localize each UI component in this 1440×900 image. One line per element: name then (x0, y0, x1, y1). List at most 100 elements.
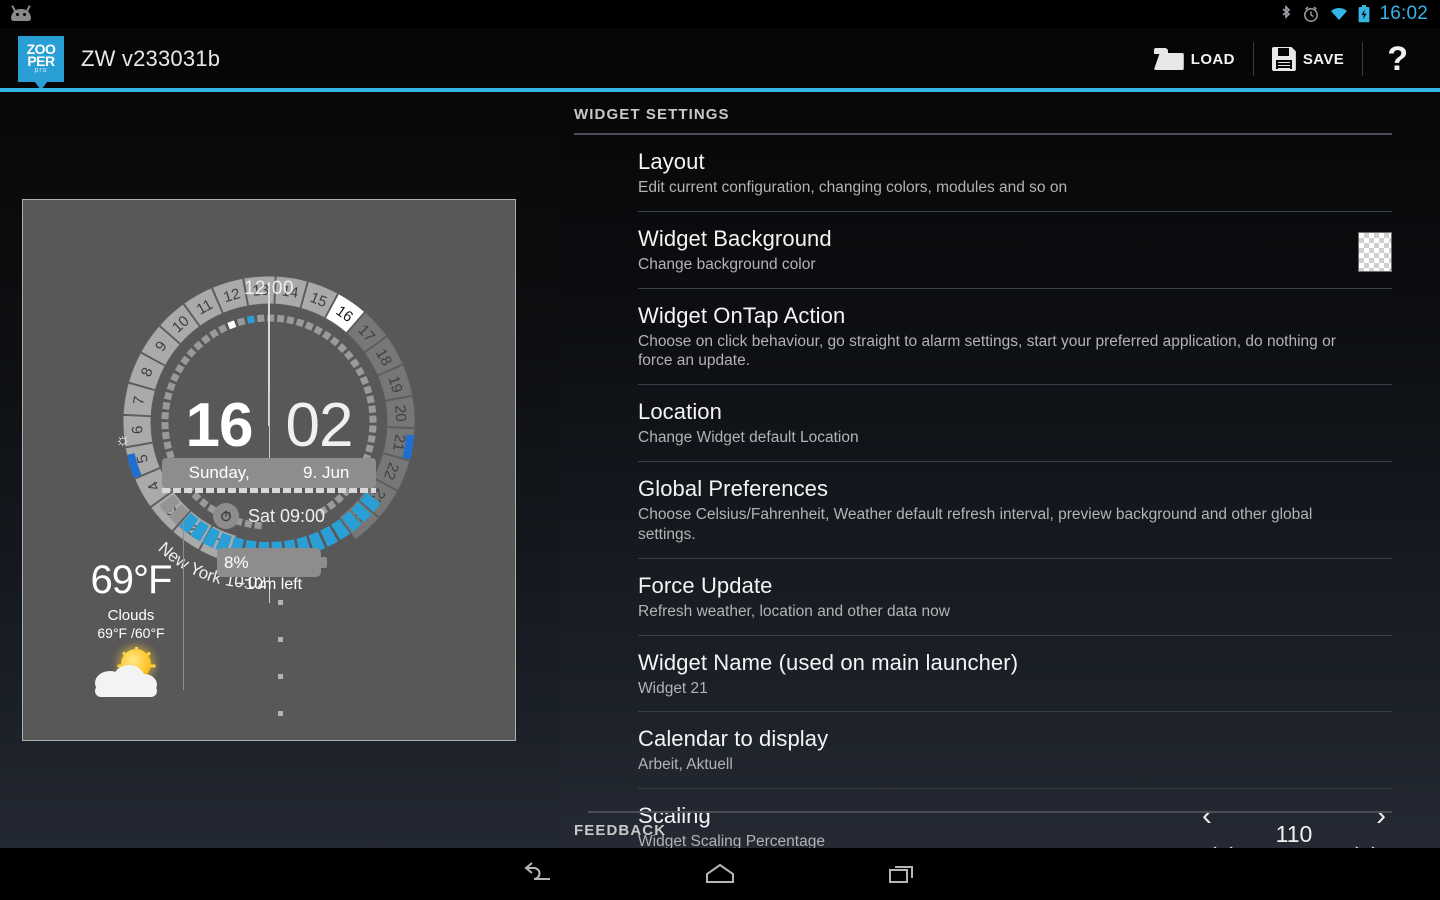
load-button[interactable]: LOAD (1136, 28, 1253, 90)
minute-tick (337, 343, 347, 353)
settings-pane: WIDGET SETTINGS LayoutEdit current confi… (560, 92, 1440, 848)
preview-separator-line (183, 520, 184, 690)
save-button[interactable]: SAVE (1254, 28, 1362, 90)
settings-list: LayoutEdit current configuration, changi… (560, 135, 1440, 848)
minute-tick (209, 329, 219, 339)
weather-block: 69°F Clouds 69°F /60°F (71, 558, 191, 699)
minute-tick (170, 373, 179, 382)
minute-tick (286, 316, 294, 324)
alarm-icon (1302, 5, 1320, 23)
battery-percent: 8% (224, 553, 249, 573)
settings-row-subtitle: Change background color (638, 255, 1358, 275)
minute-tick (201, 334, 211, 344)
minute-tick (355, 367, 365, 377)
settings-row-text: Global PreferencesChoose Celsius/Fahrenh… (638, 476, 1392, 545)
action-bar: ZOO PER pro ZW v233031b LOAD SAVE ? (0, 28, 1440, 90)
weather-condition: Clouds (71, 607, 191, 624)
settings-section-title: WIDGET SETTINGS (560, 92, 1440, 133)
minute-tick (360, 376, 369, 385)
settings-row[interactable]: Widget Background Change background color (638, 212, 1392, 289)
feedback-section[interactable]: FEEDBACK (560, 799, 1440, 848)
clock-top-label: 12:00 (85, 278, 453, 300)
settings-row-text: Force Update Refresh weather, location an… (638, 573, 1392, 622)
status-bar-clock: 16:02 (1379, 3, 1428, 25)
settings-row[interactable]: Location Change Widget default Location (638, 385, 1392, 462)
minute-tick (322, 331, 332, 341)
minute-tick (350, 358, 360, 368)
widget-preview[interactable]: 123456789101112131415161718192021222324 … (22, 199, 516, 741)
settings-row-text: Widget OnTap Action Choose on click behav… (638, 303, 1392, 372)
clock-minutes: 02 (270, 390, 353, 461)
wifi-icon (1329, 6, 1349, 22)
home-icon (704, 862, 736, 886)
status-bar-left (0, 5, 34, 23)
help-button[interactable]: ? (1363, 42, 1434, 76)
settings-row-title: Global Preferences (638, 476, 1392, 502)
feedback-title: FEEDBACK (574, 822, 1440, 839)
minute-tick (305, 322, 314, 331)
date-bar: Sunday, 9. Jun (162, 458, 376, 488)
minute-tick (180, 356, 190, 366)
weather-temperature: 69°F (71, 558, 191, 603)
clock-hours: 16 (186, 390, 269, 461)
date-weekday: Sunday, (189, 463, 250, 483)
settings-row-subtitle: Change Widget default Location (638, 428, 1358, 448)
minute-tick (193, 341, 203, 351)
navigation-bar (0, 848, 1440, 900)
logo-line-3: pro (34, 67, 47, 75)
settings-row-subtitle: Choose on click behaviour, go straight t… (638, 332, 1358, 372)
settings-row-title: Widget OnTap Action (638, 303, 1392, 329)
action-bar-actions: LOAD SAVE ? (1136, 28, 1440, 90)
sunset-icon: ☼ (515, 433, 516, 453)
minute-tick (314, 326, 323, 335)
minute-tick (330, 336, 340, 346)
minute-tick (247, 316, 255, 324)
settings-row-subtitle: Widget 21 (638, 679, 1358, 699)
preview-pane: 123456789101112131415161718192021222324 … (0, 92, 560, 848)
settings-row-text: Widget Background Change background color (638, 226, 1358, 275)
alarm-clock-icon: ⏱ (213, 503, 239, 529)
feedback-rule (588, 811, 1392, 813)
settings-row[interactable]: Calendar to displayArbeit, Aktuell (638, 712, 1392, 789)
minute-tick (191, 492, 201, 502)
app-title: ZW v233031b (81, 46, 220, 72)
settings-row[interactable]: Global PreferencesChoose Celsius/Fahrenh… (638, 462, 1392, 559)
app-logo: ZOO PER pro (18, 36, 64, 82)
settings-row-title: Widget Background (638, 226, 1358, 252)
sunrise-icon: ☼ (115, 430, 131, 450)
settings-row[interactable]: LayoutEdit current configuration, changi… (638, 135, 1392, 212)
settings-row-subtitle: Refresh weather, location and other data… (638, 602, 1358, 622)
settings-row-title: Force Update (638, 573, 1392, 599)
alarm-time: Sat 09:00 (248, 506, 325, 527)
battery-charging-icon (1358, 5, 1370, 23)
minute-tick (175, 364, 185, 374)
folder-icon (1154, 48, 1184, 70)
back-button[interactable] (512, 854, 564, 894)
settings-row-title: Calendar to display (638, 726, 1392, 752)
weather-high-low: 69°F /60°F (71, 625, 191, 641)
settings-row-title: Widget Name (used on main launcher) (638, 650, 1392, 676)
settings-row[interactable]: Widget OnTap Action Choose on click behav… (638, 289, 1392, 386)
settings-row[interactable]: Widget Name (used on main launcher) Widge… (638, 636, 1392, 713)
minute-tick (218, 324, 227, 333)
battery-bubble: 8% (217, 548, 321, 577)
recents-icon (887, 862, 917, 886)
settings-row-title: Layout (638, 149, 1392, 175)
floppy-disk-icon (1272, 47, 1296, 71)
background-color-swatch[interactable] (1358, 232, 1392, 272)
settings-row-title: Location (638, 399, 1392, 425)
status-bar: 16:02 (0, 0, 1440, 28)
load-button-label: LOAD (1191, 51, 1235, 68)
clock-ring: 123456789101112131415161718192021222324 … (85, 238, 453, 606)
minute-tick (257, 315, 265, 323)
preview-dot-column (278, 600, 283, 741)
minute-tick (186, 348, 196, 358)
bluetooth-icon (1279, 5, 1293, 23)
settings-row-text: Calendar to displayArbeit, Aktuell (638, 726, 1392, 775)
home-button[interactable] (694, 854, 746, 894)
date-bar-ticks (162, 488, 376, 493)
recents-button[interactable] (876, 854, 928, 894)
settings-row[interactable]: Force Update Refresh weather, location an… (638, 559, 1392, 636)
minute-tick (344, 350, 354, 360)
status-bar-right: 16:02 (1279, 3, 1440, 25)
